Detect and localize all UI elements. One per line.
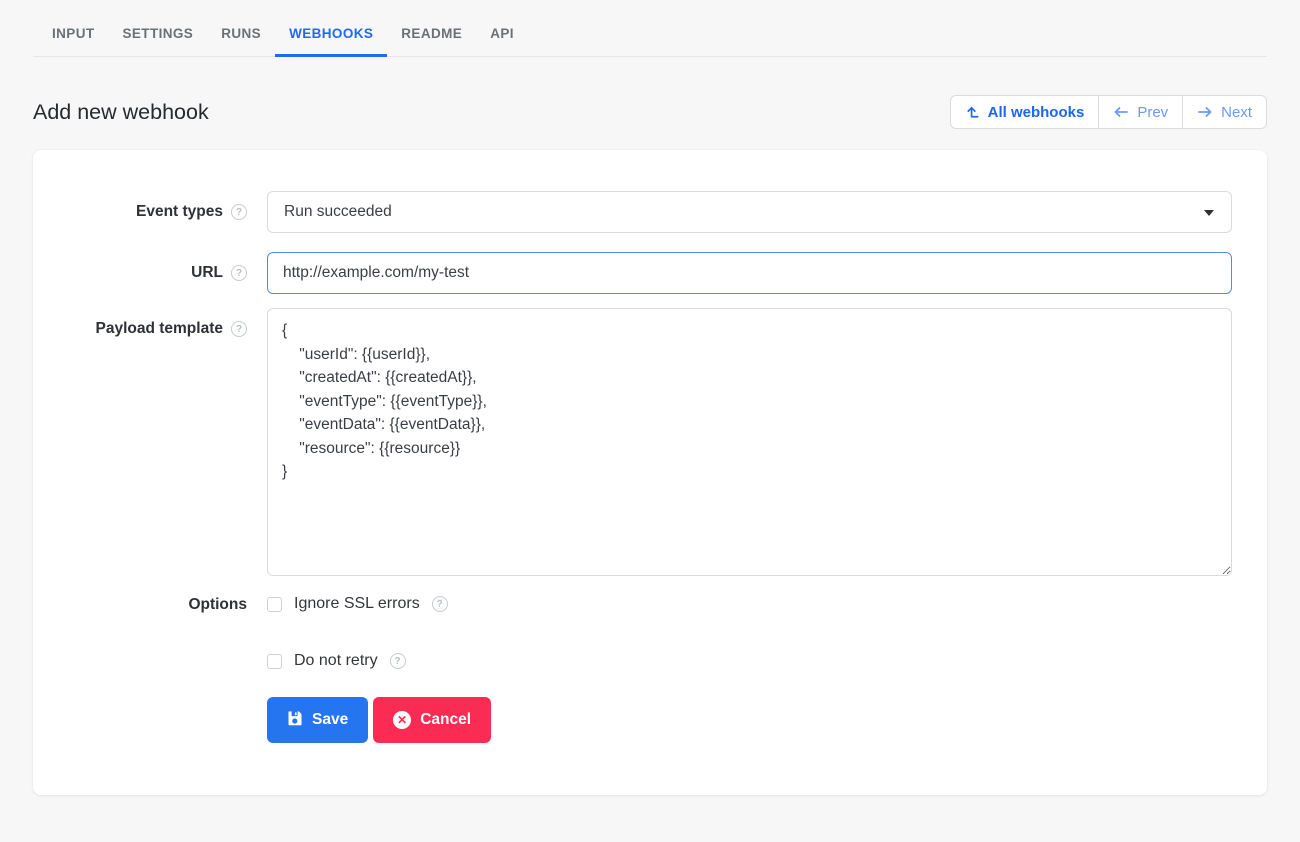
payload-template-textarea[interactable]: { "userId": {{userId}}, "createdAt": {{c… [267,308,1232,576]
options-row: Options Ignore SSL errors ? Do not retry… [33,595,1232,743]
do-not-retry-row: Do not retry ? [267,652,1232,670]
event-types-selected-value: Run succeeded [284,203,392,221]
cancel-x-circle-icon: ✕ [393,711,411,729]
ignore-ssl-errors-checkbox[interactable] [267,597,282,612]
event-types-label: Event types [136,203,223,221]
tab-bar-inner: INPUT SETTINGS RUNS WEBHOOKS README API [33,15,1267,57]
arrow-left-icon [1113,105,1129,119]
help-icon[interactable]: ? [390,653,406,669]
payload-template-row: Payload template ? { "userId": {{userId}… [33,308,1232,576]
cancel-button-label: Cancel [420,711,471,729]
level-up-arrow-icon [965,105,980,120]
url-row: URL ? [33,252,1232,294]
tab-bar: INPUT SETTINGS RUNS WEBHOOKS README API [0,0,1300,57]
arrow-right-icon [1197,105,1213,119]
tab-webhooks[interactable]: WEBHOOKS [275,15,387,57]
tab-api[interactable]: API [476,15,528,57]
help-icon[interactable]: ? [432,596,448,612]
chevron-down-icon [1204,210,1214,216]
ignore-ssl-errors-label[interactable]: Ignore SSL errors [294,595,420,613]
webhook-nav-button-group: All webhooks Prev Next [950,95,1267,129]
tab-settings[interactable]: SETTINGS [109,15,208,57]
ignore-ssl-errors-row: Ignore SSL errors ? [267,595,1232,613]
next-label: Next [1221,104,1252,121]
help-icon[interactable]: ? [231,204,247,220]
help-icon[interactable]: ? [231,265,247,281]
prev-label: Prev [1137,104,1168,121]
actions-row: Save ✕ Cancel [267,697,1232,743]
event-types-row: Event types ? Run succeeded [33,191,1232,233]
do-not-retry-checkbox[interactable] [267,654,282,669]
page-title: Add new webhook [33,100,209,125]
tab-readme[interactable]: README [387,15,476,57]
save-floppy-icon [287,710,303,731]
event-types-select[interactable]: Run succeeded [267,191,1232,233]
webhook-form-card: Event types ? Run succeeded URL ? Payloa… [33,150,1267,795]
do-not-retry-label[interactable]: Do not retry [294,652,378,670]
all-webhooks-button[interactable]: All webhooks [950,95,1100,129]
tab-input[interactable]: INPUT [38,15,109,57]
save-button[interactable]: Save [267,697,368,743]
url-label: URL [191,264,223,282]
save-button-label: Save [312,711,348,729]
options-label: Options [188,596,247,614]
all-webhooks-label: All webhooks [988,104,1085,121]
help-icon[interactable]: ? [231,321,247,337]
url-input[interactable] [267,252,1232,294]
prev-button[interactable]: Prev [1098,95,1183,129]
tab-runs[interactable]: RUNS [207,15,275,57]
cancel-button[interactable]: ✕ Cancel [373,697,491,743]
payload-template-label: Payload template [96,320,224,338]
next-button[interactable]: Next [1182,95,1267,129]
page-header: Add new webhook All webhooks Prev [33,57,1267,129]
